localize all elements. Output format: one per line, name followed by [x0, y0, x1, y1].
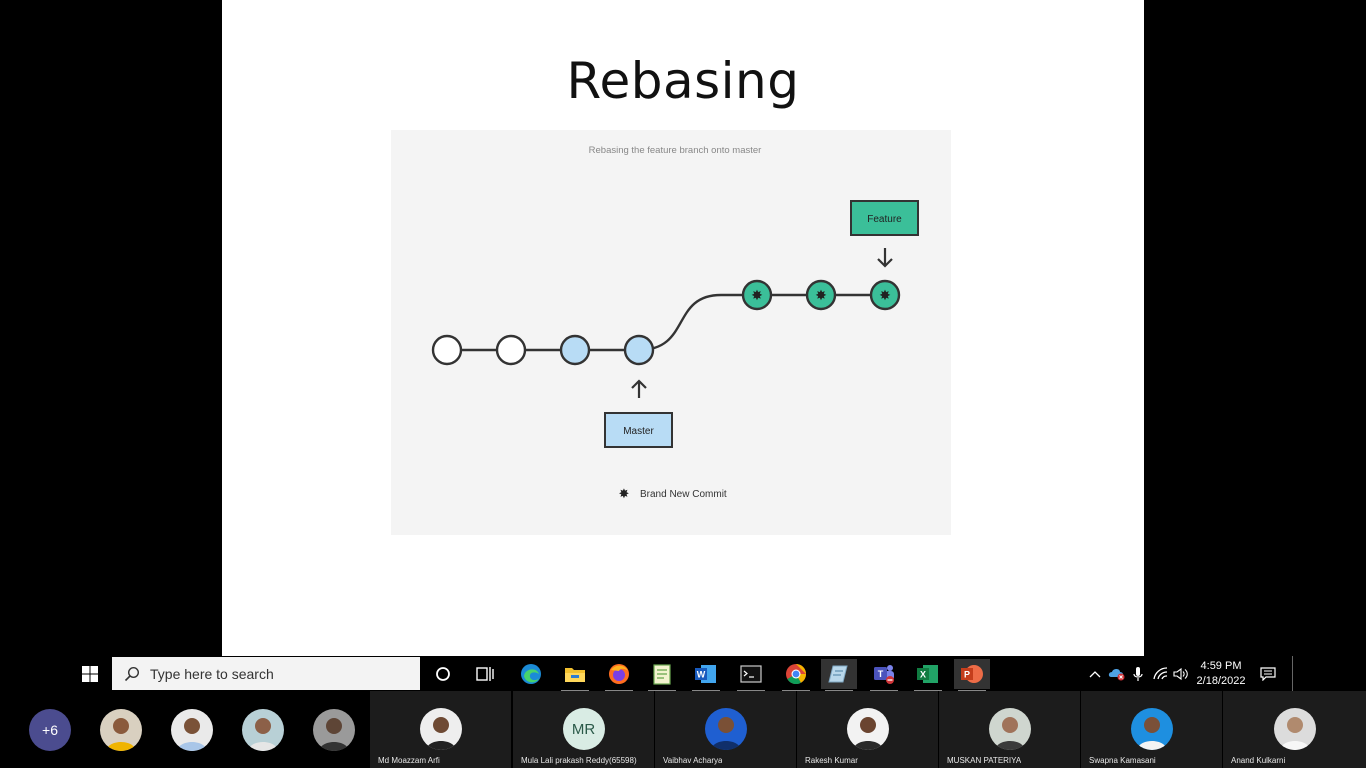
word-button[interactable]: W [688, 659, 724, 692]
start-button[interactable] [72, 656, 108, 691]
svg-text:P: P [964, 670, 970, 680]
taskbar-clock[interactable]: 4:59 PM 2/18/2022 [1190, 656, 1252, 691]
participant-tile[interactable]: MR Mula Lali prakash Reddy(65598) [513, 691, 654, 768]
search-icon [124, 666, 140, 681]
action-center-button[interactable] [1256, 656, 1280, 691]
participant-tile[interactable]: Rakesh Kumar [797, 691, 938, 768]
avatar-initials: MR [562, 708, 605, 750]
participant-name: Vaibhav Acharya [663, 756, 723, 765]
avatar[interactable] [313, 709, 355, 751]
svg-text:✸: ✸ [815, 288, 827, 304]
word-icon: W [695, 665, 716, 683]
edge-button[interactable] [513, 659, 549, 689]
avatar[interactable] [100, 709, 142, 751]
search-placeholder: Type here to search [150, 665, 274, 682]
firefox-button[interactable] [601, 659, 637, 692]
svg-text:✸: ✸ [879, 288, 891, 304]
excel-icon: X [917, 665, 938, 683]
participant-name: MUSKAN PATERIYA [947, 756, 1022, 765]
master-label: Master [623, 426, 654, 437]
avatar [1273, 708, 1316, 750]
avatar[interactable] [171, 709, 213, 751]
chrome-button[interactable] [778, 659, 814, 692]
microphone-icon [1133, 666, 1143, 681]
participant-tile[interactable]: Swapna Kamasani [1081, 691, 1222, 768]
participant-name: Md Moazzam Arfi [378, 756, 440, 765]
wifi-icon [1153, 666, 1168, 679]
commit-node [431, 334, 463, 366]
avatar [988, 708, 1031, 750]
windows-logo-icon [82, 665, 98, 682]
teams-icon: T [874, 665, 894, 684]
teams-button[interactable]: T [866, 659, 902, 692]
taskbar-search-input[interactable]: Type here to search [112, 657, 420, 690]
show-desktop-divider [1292, 656, 1293, 691]
diagram-caption: Rebasing the feature branch onto master [589, 145, 762, 156]
onedrive-error-icon [1108, 668, 1125, 680]
windows-taskbar: Type here to search W T X P [0, 656, 1366, 692]
clock-time: 4:59 PM [1200, 659, 1242, 672]
participant-tile[interactable]: Anand Kulkarni [1223, 691, 1366, 768]
cortana-button[interactable] [425, 659, 461, 689]
participant-name: Swapna Kamasani [1089, 756, 1156, 765]
cortana-icon [436, 667, 450, 681]
clock-date: 2/18/2022 [1196, 674, 1246, 687]
notification-icon [1260, 666, 1276, 681]
svg-text:X: X [920, 670, 926, 680]
chevron-up-icon [1089, 670, 1101, 677]
new-commit-node: ✸ [741, 279, 773, 311]
participant-name: Anand Kulkarni [1231, 756, 1286, 765]
diagram-background [391, 130, 951, 535]
new-commit-node: ✸ [805, 279, 837, 311]
legend-label: Brand New Commit [640, 489, 727, 500]
more-participants-button[interactable]: +6 [29, 709, 71, 751]
notepad-icon [653, 664, 671, 685]
participant-name: Mula Lali prakash Reddy(65598) [521, 756, 637, 765]
meeting-participants-strip: +6 Md Moazzam Arfi MR Mula Lali prakash … [0, 691, 1366, 768]
presentation-slide: Rebasing Rebasing the feature branch ont… [222, 0, 1144, 656]
commit-node [559, 334, 591, 366]
participant-tile[interactable]: Md Moazzam Arfi [370, 691, 511, 768]
speaker-icon [1173, 667, 1188, 680]
commit-node [495, 334, 527, 366]
avatar [1130, 708, 1173, 750]
notes-button[interactable] [821, 659, 857, 692]
avatar[interactable] [242, 709, 284, 751]
edge-icon [521, 664, 541, 684]
terminal-icon [740, 665, 762, 683]
feature-label: Feature [867, 214, 902, 225]
powerpoint-icon: P [961, 665, 983, 683]
file-explorer-button[interactable] [557, 659, 593, 692]
notes-icon [828, 665, 848, 683]
show-hidden-icons-button[interactable] [1086, 656, 1104, 691]
svg-text:W: W [697, 670, 706, 680]
svg-text:T: T [878, 669, 884, 679]
volume-button[interactable] [1172, 656, 1190, 691]
rebase-diagram: Rebasing the feature branch onto master … [391, 130, 951, 535]
task-view-button[interactable] [467, 659, 503, 689]
terminal-button[interactable] [733, 659, 769, 692]
avatar [419, 708, 462, 750]
file-explorer-icon [565, 668, 585, 682]
participant-tile[interactable]: Vaibhav Acharya [655, 691, 796, 768]
powerpoint-button[interactable]: P [954, 659, 990, 692]
participant-name: Rakesh Kumar [805, 756, 858, 765]
onedrive-button[interactable] [1106, 656, 1128, 691]
notepad-button[interactable] [644, 659, 680, 692]
svg-text:✸: ✸ [751, 288, 763, 304]
network-button[interactable] [1151, 656, 1171, 691]
task-view-icon [476, 667, 494, 681]
slide-title: Rebasing [566, 52, 800, 110]
participant-tile[interactable]: MUSKAN PATERIYA [939, 691, 1080, 768]
excel-button[interactable]: X [910, 659, 946, 692]
new-commit-legend-icon: ✸ [619, 487, 630, 502]
firefox-icon [609, 664, 629, 684]
avatar [846, 708, 889, 750]
avatar [704, 708, 747, 750]
microphone-button[interactable] [1129, 656, 1147, 691]
chrome-icon [786, 664, 807, 685]
new-commit-node: ✸ [869, 279, 901, 311]
commit-node [623, 334, 655, 366]
